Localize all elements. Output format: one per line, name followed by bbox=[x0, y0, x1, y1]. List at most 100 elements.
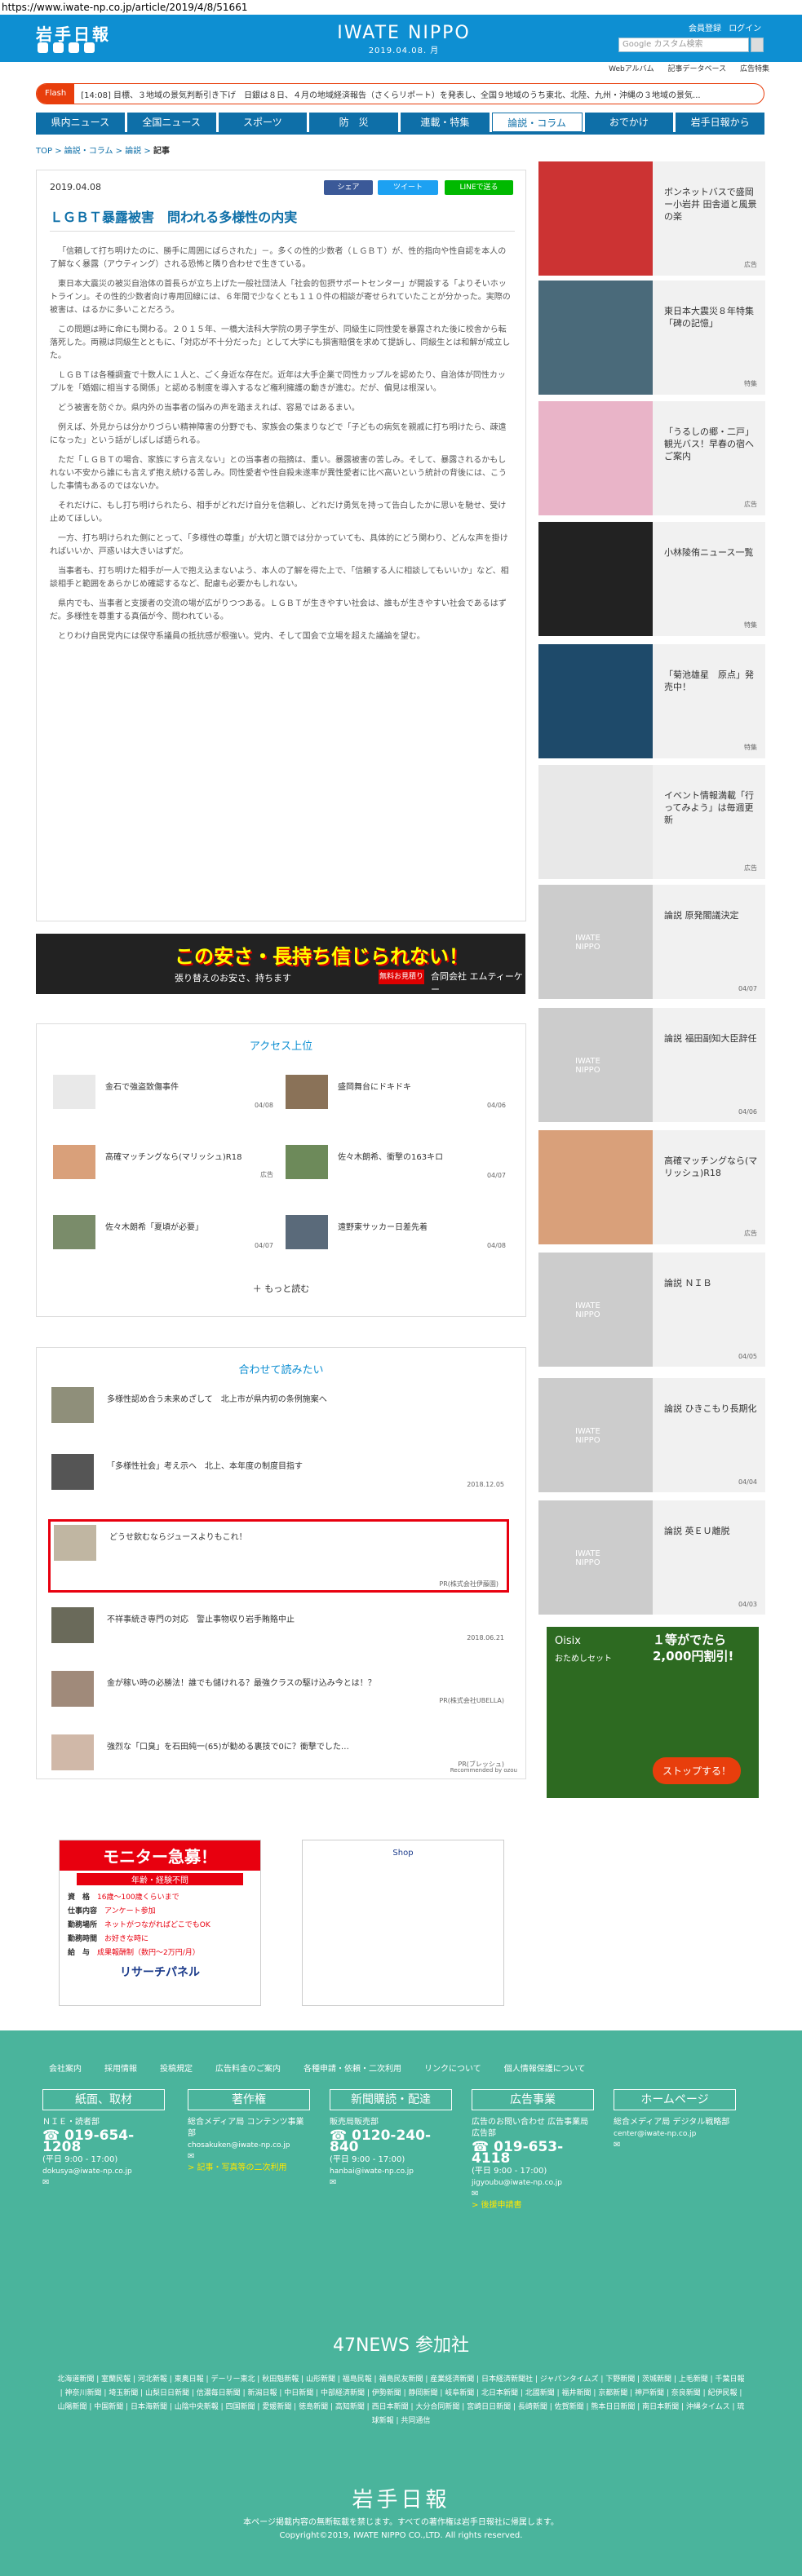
instagram-icon[interactable] bbox=[84, 42, 95, 53]
breadcrumb-top[interactable]: TOP bbox=[36, 147, 52, 156]
mail-icon[interactable]: ✉ bbox=[42, 2177, 165, 2189]
contact-email[interactable]: center@iwate-np.co.jp bbox=[614, 2128, 736, 2140]
album-link[interactable]: Webアルバム bbox=[609, 65, 654, 73]
recommend-credit[interactable]: Recommended by ozou bbox=[450, 1767, 517, 1774]
database-link[interactable]: 記事データベース bbox=[668, 65, 727, 73]
sidebar-item[interactable]: 論説 原発閣議決定 04/07 bbox=[538, 885, 765, 999]
oisix-cta-button[interactable]: ストップする！ bbox=[653, 1757, 742, 1784]
register-link[interactable]: 会員登録 bbox=[689, 24, 721, 33]
mail-icon[interactable]: ✉ bbox=[330, 2177, 452, 2189]
thumbnail-image bbox=[538, 1130, 653, 1244]
related-item-text: 「多様性社会」考え示へ 北上、本年度の制度目指す bbox=[107, 1462, 303, 1471]
monitor-ad[interactable]: モニター急募！ 年齢・経験不問 資 格 16歳〜100歳くらいまで 仕事内容 ア… bbox=[59, 1840, 261, 2006]
article-paragraph: どう被害を防ぐか。県内外の当事者の悩みの声を踏まえれば、容易ではあるまい。 bbox=[58, 404, 360, 413]
access-item[interactable]: 遠野東サッカー日差先着 04/08 bbox=[286, 1215, 506, 1249]
related-item[interactable]: 「多様性社会」考え示へ 北上、本年度の制度目指す 2018.12.05 bbox=[51, 1454, 512, 1490]
login-link[interactable]: ログイン bbox=[729, 24, 761, 33]
sidebar-item[interactable]: 「菊池雄星 原点」発売中！ 特集 bbox=[538, 644, 765, 758]
nav-national-news[interactable]: 全国ニュース bbox=[126, 113, 216, 132]
nav-outing[interactable]: おでかけ bbox=[584, 113, 674, 132]
search-icon[interactable] bbox=[751, 38, 764, 52]
phone-number[interactable]: ☎ 0120-240-840 bbox=[330, 2129, 452, 2154]
nav-editorial[interactable]: 論説・コラム bbox=[491, 113, 583, 132]
footer-link[interactable]: リンクについて bbox=[424, 2061, 481, 2074]
related-item[interactable]: 多様性認め合う未来めざして 北上市が県内初の条例施案へ bbox=[51, 1387, 512, 1423]
nav-prefecture-news[interactable]: 県内ニュース bbox=[36, 113, 125, 132]
mail-icon[interactable]: ✉ bbox=[472, 2189, 594, 2200]
footer-link[interactable]: 採用情報 bbox=[104, 2061, 137, 2074]
contact-email[interactable]: hanbai@iwate-np.co.jp bbox=[330, 2166, 452, 2177]
contact-email[interactable]: dokusya@iwate-np.co.jp bbox=[42, 2166, 165, 2177]
facebook-share-button[interactable]: シェア bbox=[324, 180, 373, 195]
footer-link[interactable]: 投稿規定 bbox=[160, 2061, 193, 2074]
phone-number[interactable]: ☎ 019-653-4118 bbox=[472, 2141, 594, 2166]
access-item-text: 高確マッチングなら(マリッシュ)R18 bbox=[105, 1153, 242, 1162]
footer-link[interactable]: 各種申請・依頼・二次利用 bbox=[304, 2061, 401, 2074]
footer-link[interactable]: 広告料金のご案内 bbox=[215, 2061, 281, 2074]
row-value: お好きな時に bbox=[104, 1935, 149, 1943]
contact-head: 広告事業 bbox=[472, 2089, 594, 2110]
footer-link[interactable]: 個人情報保護について bbox=[504, 2061, 586, 2074]
sidebar-item-tag: 広告 bbox=[744, 1230, 757, 1237]
access-item[interactable]: 盛岡舞台にドキドキ 04/06 bbox=[286, 1075, 506, 1109]
shop-ad[interactable]: Shop bbox=[302, 1840, 504, 2006]
contact-email[interactable]: jigyoubu@iwate-np.co.jp bbox=[472, 2177, 594, 2189]
tweet-button[interactable]: ツイート bbox=[378, 180, 438, 195]
sidebar-item[interactable]: 論説 福田副知大臣辞任 04/06 bbox=[538, 1008, 765, 1122]
sidebar-item[interactable]: 論説 ひきこもり長期化 04/04 bbox=[538, 1378, 765, 1492]
twitter-icon[interactable] bbox=[38, 42, 48, 53]
sidebar-item[interactable]: 論説 英ＥＵ離脱 04/03 bbox=[538, 1500, 765, 1615]
breadcrumb-editorial[interactable]: 論説・コラム bbox=[64, 147, 113, 156]
contact-head: 新聞購読・配達 bbox=[330, 2089, 452, 2110]
sidebar-item[interactable]: 「うるしの郷・二戸」観光バス！早春の宿へご案内 広告 bbox=[538, 401, 765, 515]
partner-papers[interactable]: 北海道新聞 | 室蘭民報 | 河北新報 | 東奥日報 | デーリー東北 | 秋田… bbox=[57, 2373, 745, 2428]
search-input[interactable]: Google カスタム検索 bbox=[618, 38, 749, 52]
ad-banner[interactable]: この安さ・長持ち信じられない！ 張り替えのお安さ、持ちます 無料お見積り 合同会… bbox=[36, 934, 525, 994]
access-item[interactable]: 佐々木朗希、衝撃の163キロ 04/07 bbox=[286, 1145, 506, 1179]
line-icon[interactable] bbox=[69, 42, 79, 53]
related-title: 合わせて読みたい bbox=[238, 1364, 324, 1376]
nav-disaster[interactable]: 防 災 bbox=[309, 113, 398, 132]
contact-dept: 販売局販売部 bbox=[330, 2118, 379, 2127]
footer-contact-advertising: 広告事業 広告のお問い合わせ 広告事業局広告部 ☎ 019-653-4118 (… bbox=[472, 2089, 594, 2211]
related-item-highlighted[interactable]: どうせ飲むならジュースよりもこれ！ PR(株式会社伊藤園) bbox=[48, 1519, 509, 1593]
flash-news[interactable]: Flash [14:08] 目標、３地域の景気判断引き下げ 日銀は８日、４月の地… bbox=[36, 83, 764, 104]
sidebar-item[interactable]: イベント情報満載「行ってみよう」は毎週更新 広告 bbox=[538, 765, 765, 879]
related-item[interactable]: 強烈な「口臭」を石田純一(65)が勧める裏技で0に？衝撃でした… PR(ブレッシ… bbox=[51, 1734, 512, 1770]
nav-sports[interactable]: スポーツ bbox=[218, 113, 308, 132]
access-item[interactable]: 金石で強盗致傷事件 04/08 bbox=[53, 1075, 273, 1109]
related-item[interactable]: 不祥事続き専門の対応 警止事物収り岩手賄賂中止 2018.06.21 bbox=[51, 1607, 512, 1643]
access-item[interactable]: 佐々木朗希「夏頃が必要」 04/07 bbox=[53, 1215, 273, 1249]
mail-icon[interactable]: ✉ bbox=[614, 2140, 736, 2151]
oisix-ad[interactable]: Oisix おためしセット １等がでたら2,000円割引! ストップする！ bbox=[547, 1627, 759, 1798]
breadcrumb-ronsetsu[interactable]: 論説 bbox=[125, 147, 141, 156]
footer-copyright-text: Copyright©2019, IWATE NIPPO CO.,LTD. All… bbox=[279, 2531, 523, 2540]
mail-icon[interactable]: ✉ bbox=[188, 2151, 310, 2163]
site-logo[interactable]: 岩手日報 bbox=[36, 21, 111, 45]
nav-series[interactable]: 連載・特集 bbox=[401, 113, 490, 132]
line-share-button[interactable]: LINEで送る bbox=[445, 180, 513, 195]
more-button[interactable]: ＋ もっと読む bbox=[37, 1282, 525, 1295]
footer-logo[interactable]: 岩手日報 bbox=[0, 2483, 802, 2513]
footer-link[interactable]: 会社案内 bbox=[49, 2061, 82, 2074]
sidebar-item[interactable]: 論説 ＮＩＢ 04/05 bbox=[538, 1253, 765, 1367]
sidebar-item[interactable]: 小林陵侑ニュース一覧 特集 bbox=[538, 522, 765, 636]
flash-text[interactable]: [14:08] 目標、３地域の景気判断引き下げ 日銀は８日、４月の地域経済報告（… bbox=[74, 88, 700, 100]
contact-email[interactable]: chosakuken@iwate-np.co.jp bbox=[188, 2140, 310, 2151]
nav-from-nippo[interactable]: 岩手日報から bbox=[676, 113, 764, 132]
phone-number[interactable]: ☎ 019-654-1208 bbox=[42, 2129, 165, 2154]
related-item-date: 2018.12.05 bbox=[467, 1481, 504, 1488]
contact-extra-link[interactable]: > 記事・写真等の二次利用 bbox=[188, 2163, 310, 2174]
sidebar-item[interactable]: ボンネットバスで盛岡ー小岩井 田舎道と風景の楽 広告 bbox=[538, 161, 765, 276]
ad-feature-link[interactable]: 広告特集 bbox=[740, 65, 769, 73]
url-bar[interactable]: https://www.iwate-np.co.jp/article/2019/… bbox=[0, 0, 802, 15]
sidebar-item[interactable]: 高確マッチングなら(マリッシュ)R18 広告 bbox=[538, 1130, 765, 1244]
facebook-icon[interactable] bbox=[53, 42, 64, 53]
banner-offer: 無料お見積り bbox=[379, 970, 424, 984]
related-item[interactable]: 金が稼い時の必勝法！誰でも儲けれる？最強クラスの駆け込み今とは！？ PR(株式会… bbox=[51, 1671, 512, 1707]
center-logo[interactable]: IWATE NIPPO 2019.04.08. 月 bbox=[335, 23, 473, 55]
contact-extra-link[interactable]: > 後援申請書 bbox=[472, 2200, 594, 2211]
sidebar-item[interactable]: 東日本大震災８年特集「碑の記憶」 特集 bbox=[538, 281, 765, 395]
banner-sub: 張り替えのお安さ、持ちます bbox=[175, 973, 291, 983]
access-item[interactable]: 高確マッチングなら(マリッシュ)R18 広告 bbox=[53, 1145, 273, 1179]
